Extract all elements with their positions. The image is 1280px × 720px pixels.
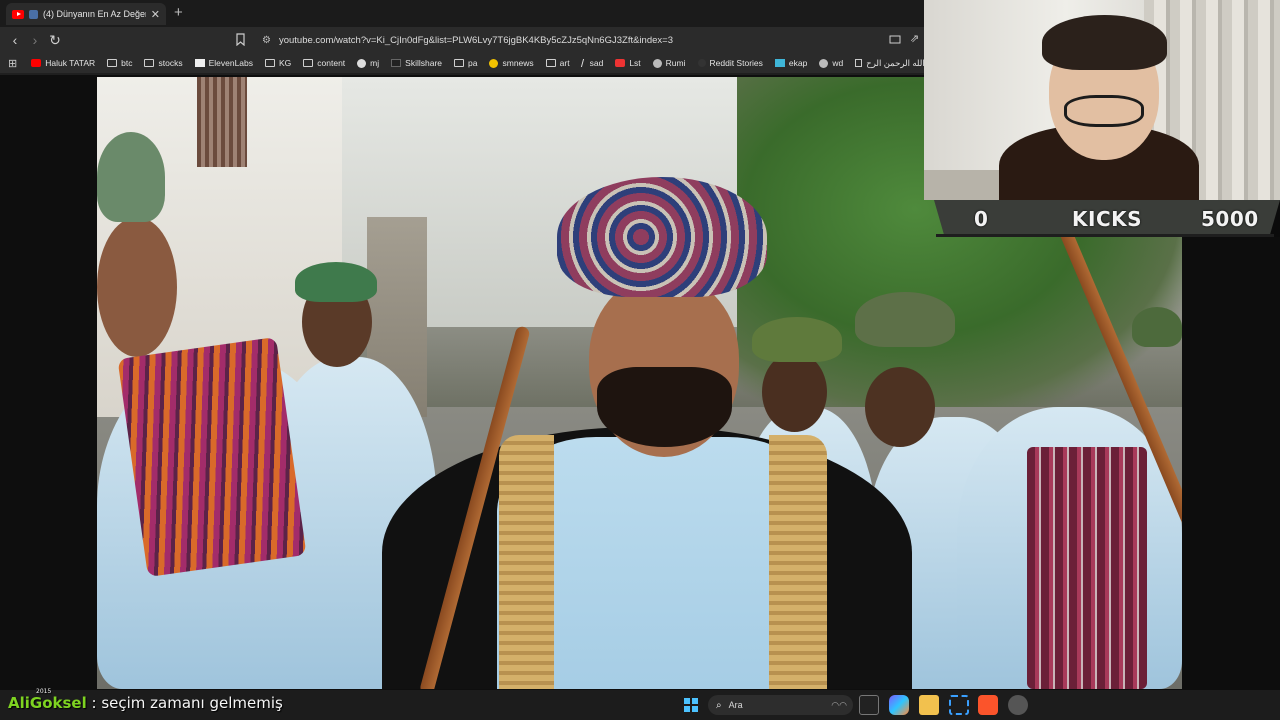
file-explorer-icon[interactable] (919, 695, 939, 715)
task-view-icon[interactable] (859, 695, 879, 715)
chat-text: seçim zamanı gelmemiş (101, 694, 283, 712)
video-main-beard (597, 367, 732, 447)
youtube-icon (12, 9, 24, 19)
bookmark-item[interactable]: art (545, 58, 570, 68)
back-button[interactable]: ‹ (6, 31, 24, 49)
site-info-icon[interactable]: ⚙ (262, 35, 271, 46)
browser-toolbar: ‹ › ↻ ⚙ youtube.com/watch?v=Ki_CjIn0dFg&… (0, 27, 924, 53)
video-gold-trim (769, 435, 827, 689)
bookmark-item[interactable]: mj (357, 58, 379, 68)
folder-icon (303, 59, 314, 67)
bookmark-item[interactable]: ekap (774, 58, 807, 68)
video-gold-trim (499, 435, 554, 689)
bookmark-item[interactable]: btc (107, 58, 132, 68)
video-side-fill (1182, 237, 1280, 690)
bookmark-item[interactable]: الله الرحمن الرح... (855, 58, 924, 69)
skillshare-icon (391, 59, 402, 67)
chat-badge: 2015 (36, 688, 52, 695)
video-window (197, 77, 247, 167)
folder-icon (454, 59, 465, 67)
taskbar-search[interactable]: ⌕ Ara ◠◠ (708, 695, 853, 715)
chat-username: AliGoksel (8, 694, 87, 712)
search-placeholder: Ara (728, 700, 743, 710)
search-icon: ⌕ (716, 699, 722, 711)
video-scarf (1027, 447, 1147, 689)
bookmark-item[interactable]: wd (819, 58, 843, 68)
snipping-tool-icon[interactable] (949, 695, 969, 715)
bookmark-icon[interactable] (236, 33, 245, 46)
github-icon (357, 58, 367, 68)
slash-icon (580, 59, 587, 67)
start-button[interactable] (681, 695, 701, 715)
chat-separator: : (86, 694, 102, 712)
kicks-progress-track (936, 234, 1274, 237)
tab-strip: (4) Dünyanın En Az Değer Ver ✕ + (0, 0, 924, 27)
webcam-overlay (924, 0, 1280, 200)
video-person-head (97, 217, 177, 357)
folder-icon (545, 59, 556, 67)
bookmark-item[interactable]: ElevenLabs (194, 58, 253, 68)
bird-icon (774, 59, 785, 67)
share-icon[interactable]: ⇗ (910, 32, 919, 45)
kicks-goal-overlay: 0 KICKS 5000 (934, 200, 1280, 236)
screen: (4) Dünyanın En Az Değer Ver ✕ + ‹ › ↻ ⚙… (0, 0, 1280, 720)
video-person-turban (855, 292, 955, 347)
youtube-icon (31, 59, 42, 67)
bookmark-item[interactable]: Reddit Stories (697, 58, 763, 68)
tab-youtube[interactable]: (4) Dünyanın En Az Değer Ver ✕ (6, 3, 166, 25)
tab-title: (4) Dünyanın En Az Değer Ver (43, 9, 146, 19)
smiley-icon (489, 58, 499, 68)
s-icon (615, 59, 626, 67)
apps-grid-icon[interactable]: ⊞ (8, 57, 17, 70)
bookmark-item[interactable]: Rumi (652, 58, 686, 68)
kicks-goal: 5000 (1201, 207, 1259, 231)
video-person-head (762, 352, 827, 432)
bookmark-item[interactable]: KG (265, 58, 291, 68)
bookmark-item[interactable]: stocks (144, 58, 183, 68)
close-tab-icon[interactable]: ✕ (151, 8, 160, 21)
page-icon (855, 59, 863, 67)
video-main-turban (557, 177, 767, 297)
search-highlight-icon: ◠◠ (831, 699, 847, 710)
reload-button[interactable]: ↻ (46, 31, 64, 49)
folder-icon (107, 59, 118, 67)
url-text: youtube.com/watch?v=Ki_CjIn0dFg&list=PLW… (278, 34, 673, 46)
brave-browser-icon[interactable] (978, 695, 998, 715)
video-person-turban (752, 317, 842, 362)
bookmark-item[interactable]: smnews (489, 58, 534, 68)
address-bar[interactable]: ⚙ youtube.com/watch?v=Ki_CjIn0dFg&list=P… (262, 30, 924, 50)
cast-icon[interactable] (889, 35, 901, 45)
elevenlabs-icon (194, 59, 205, 67)
app-icon[interactable] (1008, 695, 1028, 715)
folder-icon (265, 59, 275, 67)
bookmark-item[interactable]: Skillshare (391, 58, 442, 68)
chat-message: 2015 AliGoksel : seçim zamanı gelmemiş (8, 688, 283, 712)
bookmark-item[interactable]: Haluk TATAR (31, 58, 95, 68)
d-icon (697, 59, 706, 67)
globe-icon (652, 58, 662, 68)
bookmark-item[interactable]: pa (454, 58, 477, 68)
tab-group-icon (29, 9, 38, 19)
folder-icon (144, 59, 155, 67)
bookmark-item[interactable]: sad (580, 58, 603, 68)
video-person-turban (1132, 307, 1182, 347)
forward-button[interactable]: › (26, 31, 44, 49)
webcam-streamer-glasses (1064, 95, 1144, 127)
video-person-head (865, 367, 935, 447)
copilot-icon[interactable] (889, 695, 909, 715)
kicks-label: KICKS (1072, 207, 1143, 231)
video-person-turban (97, 132, 165, 222)
bookmark-item[interactable]: content (303, 58, 345, 68)
webcam-streamer-hair (1042, 15, 1167, 70)
bookmark-item[interactable]: Lst (615, 58, 641, 68)
globe-icon (819, 58, 829, 68)
bookmarks-bar: ⊞ Haluk TATAR btc stocks ElevenLabs KG c… (0, 53, 924, 73)
new-tab-button[interactable]: + (174, 4, 183, 22)
video-scarf (117, 336, 307, 578)
video-person-turban (295, 262, 377, 302)
kicks-current: 0 (974, 207, 989, 231)
